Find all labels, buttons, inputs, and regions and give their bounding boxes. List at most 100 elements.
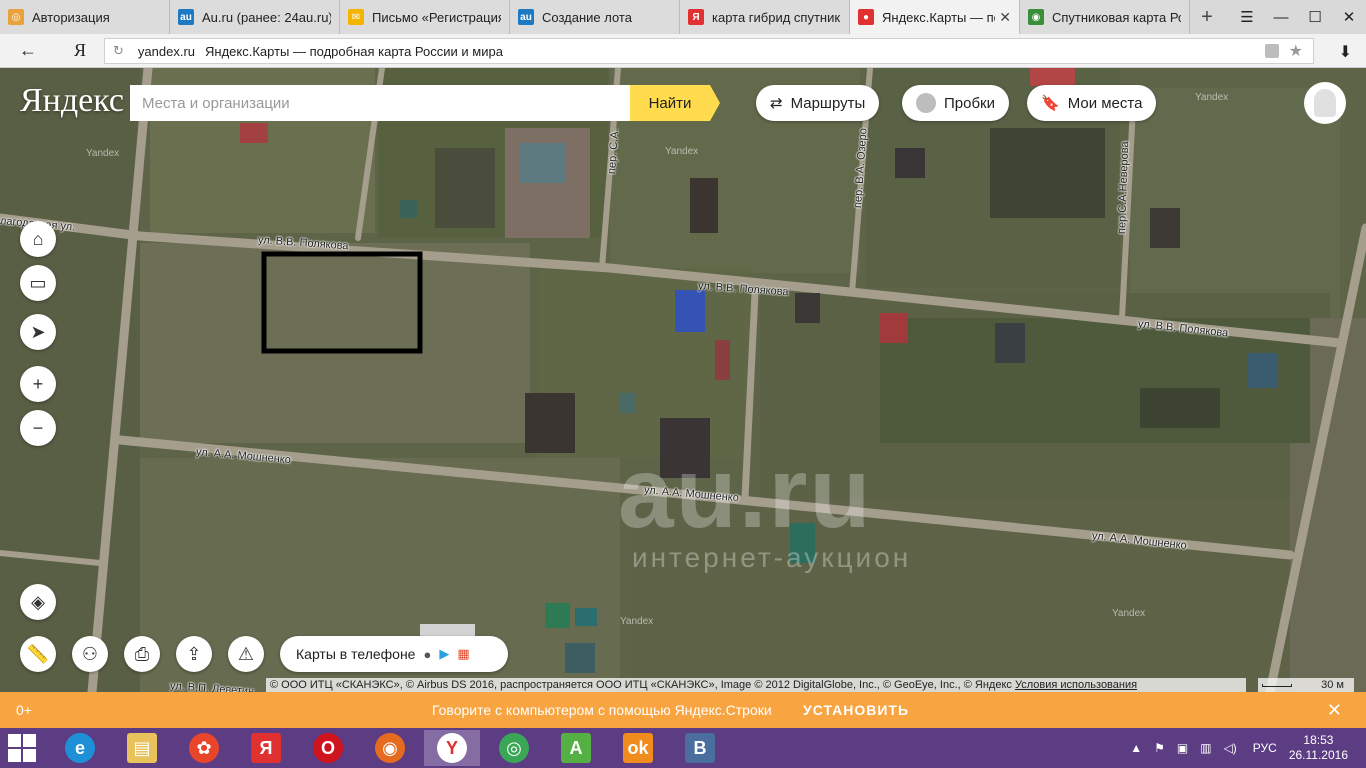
routes-label: Маршруты <box>790 94 866 112</box>
lock-icon[interactable] <box>1265 44 1279 58</box>
my-places-button[interactable]: 🔖 Мои места <box>1027 85 1157 121</box>
yandex-watermark: Yandex <box>86 148 120 159</box>
briefcase-icon[interactable]: ▭ <box>20 265 56 301</box>
url-domain: yandex.ru <box>137 43 195 59</box>
browser-tab-label: Спутниковая карта Ро <box>1052 9 1181 25</box>
yandex-watermark: Yandex <box>620 616 654 627</box>
browser-tab-label: Au.ru (ранее: 24au.ru) <box>202 9 331 25</box>
share-icon[interactable]: ⇪ <box>176 636 212 672</box>
close-window-button[interactable]: ✕ <box>1332 0 1366 34</box>
au-icon: au <box>178 9 194 25</box>
windows-store-icon: ▦ <box>457 646 470 661</box>
windows-taskbar: e ▤ ✿ Я O ◉ Y ◎ A ok B ▲ ⚑ ▣ ▥ ◁) РУС 18… <box>0 728 1366 768</box>
reload-icon[interactable]: ↻ <box>113 43 124 59</box>
report-error-icon[interactable]: ⚠ <box>228 636 264 672</box>
odnoklassniki-icon[interactable]: ok <box>610 730 666 766</box>
maps-in-phone-label: Карты в телефоне <box>296 646 416 662</box>
network-icon[interactable]: ▥ <box>1200 741 1211 755</box>
search-input[interactable] <box>130 85 630 121</box>
promo-banner: 0+ Говорите с компьютером с помощью Янде… <box>0 692 1366 728</box>
map-pin-icon: ● <box>858 9 874 25</box>
age-rating: 0+ <box>16 702 32 718</box>
traffic-label: Пробки <box>944 94 995 112</box>
new-tab-button[interactable]: + <box>1190 0 1224 34</box>
browser-tab[interactable]: ◎ Авторизация <box>0 0 170 34</box>
vk-icon[interactable]: B <box>672 730 728 766</box>
opera-icon: ◎ <box>8 9 24 25</box>
yandex-watermark: Yandex <box>1195 92 1229 103</box>
file-explorer-icon[interactable]: ▤ <box>114 730 170 766</box>
terms-link[interactable]: Условия использования <box>1015 679 1137 691</box>
maximize-button[interactable]: ☐ <box>1298 0 1332 34</box>
panorama-binoculars-icon[interactable]: ⚇ <box>72 636 108 672</box>
yandex-watermark: Yandex <box>1112 608 1146 619</box>
close-icon[interactable]: ✕ <box>1327 700 1342 721</box>
user-avatar[interactable] <box>1304 82 1346 124</box>
ruler-icon[interactable]: 📏 <box>20 636 56 672</box>
bookmark-icon: 🔖 <box>1041 95 1060 112</box>
clock-date: 26.11.2016 <box>1288 748 1348 762</box>
tab-close-icon[interactable]: ✕ <box>999 9 1011 26</box>
back-button[interactable]: ← <box>0 40 56 61</box>
traffic-button[interactable]: Пробки <box>902 85 1009 121</box>
browser-tab[interactable]: Якарта гибрид спутник <box>680 0 850 34</box>
monitor-icon[interactable]: ▣ <box>1177 741 1188 755</box>
layers-icon[interactable]: ◈ <box>20 584 56 620</box>
minimize-button[interactable]: — <box>1264 0 1298 34</box>
screen: ◎ Авторизация au Au.ru (ранее: 24au.ru) ✉ Пис… <box>0 0 1366 768</box>
media-player-icon[interactable]: ✿ <box>176 730 232 766</box>
ie-icon[interactable]: e <box>52 730 108 766</box>
flag-icon[interactable]: ⚑ <box>1154 741 1165 755</box>
chrome-icon[interactable]: ◎ <box>486 730 542 766</box>
banner-message: Говорите с компьютером с помощью Яндекс.… <box>432 702 772 718</box>
home-icon[interactable]: ⌂ <box>20 221 56 257</box>
browser-tab[interactable]: au Au.ru (ранее: 24au.ru) <box>170 0 340 34</box>
windows-start-icon[interactable] <box>8 734 38 762</box>
window-controls: ☰ — ☐ ✕ <box>1230 0 1366 34</box>
firefox-icon[interactable]: ◉ <box>362 730 418 766</box>
yandex-app-icon[interactable]: Я <box>238 730 294 766</box>
language-indicator[interactable]: РУС <box>1253 741 1277 755</box>
tray-expand-icon[interactable]: ▲ <box>1130 741 1142 755</box>
browser-tab-label: Создание лота <box>542 9 632 25</box>
opera-icon[interactable]: O <box>300 730 356 766</box>
browser-tab-label: Письмо «Регистрация <box>372 9 501 25</box>
print-icon[interactable]: ⎙ <box>124 636 160 672</box>
browser-tab-label: карта гибрид спутник <box>712 9 841 25</box>
map-scale: 30 м <box>1258 678 1354 692</box>
url-page-title: Яндекс.Карты — подробная карта России и … <box>205 43 503 59</box>
attribution-text: © ООО ИТЦ «СКАНЭКС», © Airbus DS 2016, р… <box>270 679 1012 691</box>
au-icon: au <box>518 9 534 25</box>
browser-tab[interactable]: au Создание лота <box>510 0 680 34</box>
browser-tab[interactable]: ◉ Спутниковая карта Ро <box>1020 0 1190 34</box>
browser-tab-bar: ◎ Авторизация au Au.ru (ранее: 24au.ru) ✉ Пис… <box>0 0 1366 34</box>
maps-in-phone-button[interactable]: Карты в телефоне ● ▶ ▦ <box>280 636 508 672</box>
browser-tab[interactable]: ● Яндекс.Карты — по ✕ <box>850 0 1020 34</box>
zoom-out-button[interactable]: − <box>20 410 56 446</box>
yandex-browser-logo[interactable]: Я <box>56 40 104 61</box>
routes-button[interactable]: ⇄ Маршруты <box>756 85 880 121</box>
yandex-watermark: Yandex <box>665 146 699 157</box>
menu-icon[interactable]: ☰ <box>1230 0 1264 34</box>
install-button[interactable]: УСТАНОВИТЬ <box>803 702 909 718</box>
zoom-in-button[interactable]: + <box>20 366 56 402</box>
find-button[interactable]: Найти <box>630 85 720 121</box>
volume-icon[interactable]: ◁) <box>1224 741 1237 755</box>
yandex-logo[interactable]: Яндекс <box>20 82 124 120</box>
satellite-map[interactable]: Yandex Yandex Yandex Yandex Yandex au.ru… <box>0 68 1366 692</box>
traffic-icon <box>916 93 936 113</box>
url-field[interactable]: ↻ yandex.ru Яндекс.Карты — подробная кар… <box>104 38 1314 64</box>
browser-tab[interactable]: ✉ Письмо «Регистрация <box>340 0 510 34</box>
clock-time: 18:53 <box>1303 733 1334 747</box>
browser-address-bar: ← Я ↻ yandex.ru Яндекс.Карты — подробная… <box>0 34 1366 68</box>
route-icon: ⇄ <box>770 95 783 112</box>
apple-icon: ● <box>423 646 432 662</box>
location-arrow-icon[interactable]: ➤ <box>20 314 56 350</box>
au-ru-watermark-subtitle: интернет-аукцион <box>632 542 912 573</box>
download-icon[interactable]: ⬇ <box>1339 42 1352 62</box>
clock[interactable]: 18:53 26.11.2016 <box>1289 733 1348 763</box>
bookmark-star-icon[interactable]: ★ <box>1289 41 1303 61</box>
yandex-icon: Я <box>688 9 704 25</box>
yandex-browser-icon[interactable]: Y <box>424 730 480 766</box>
avito-icon[interactable]: A <box>548 730 604 766</box>
